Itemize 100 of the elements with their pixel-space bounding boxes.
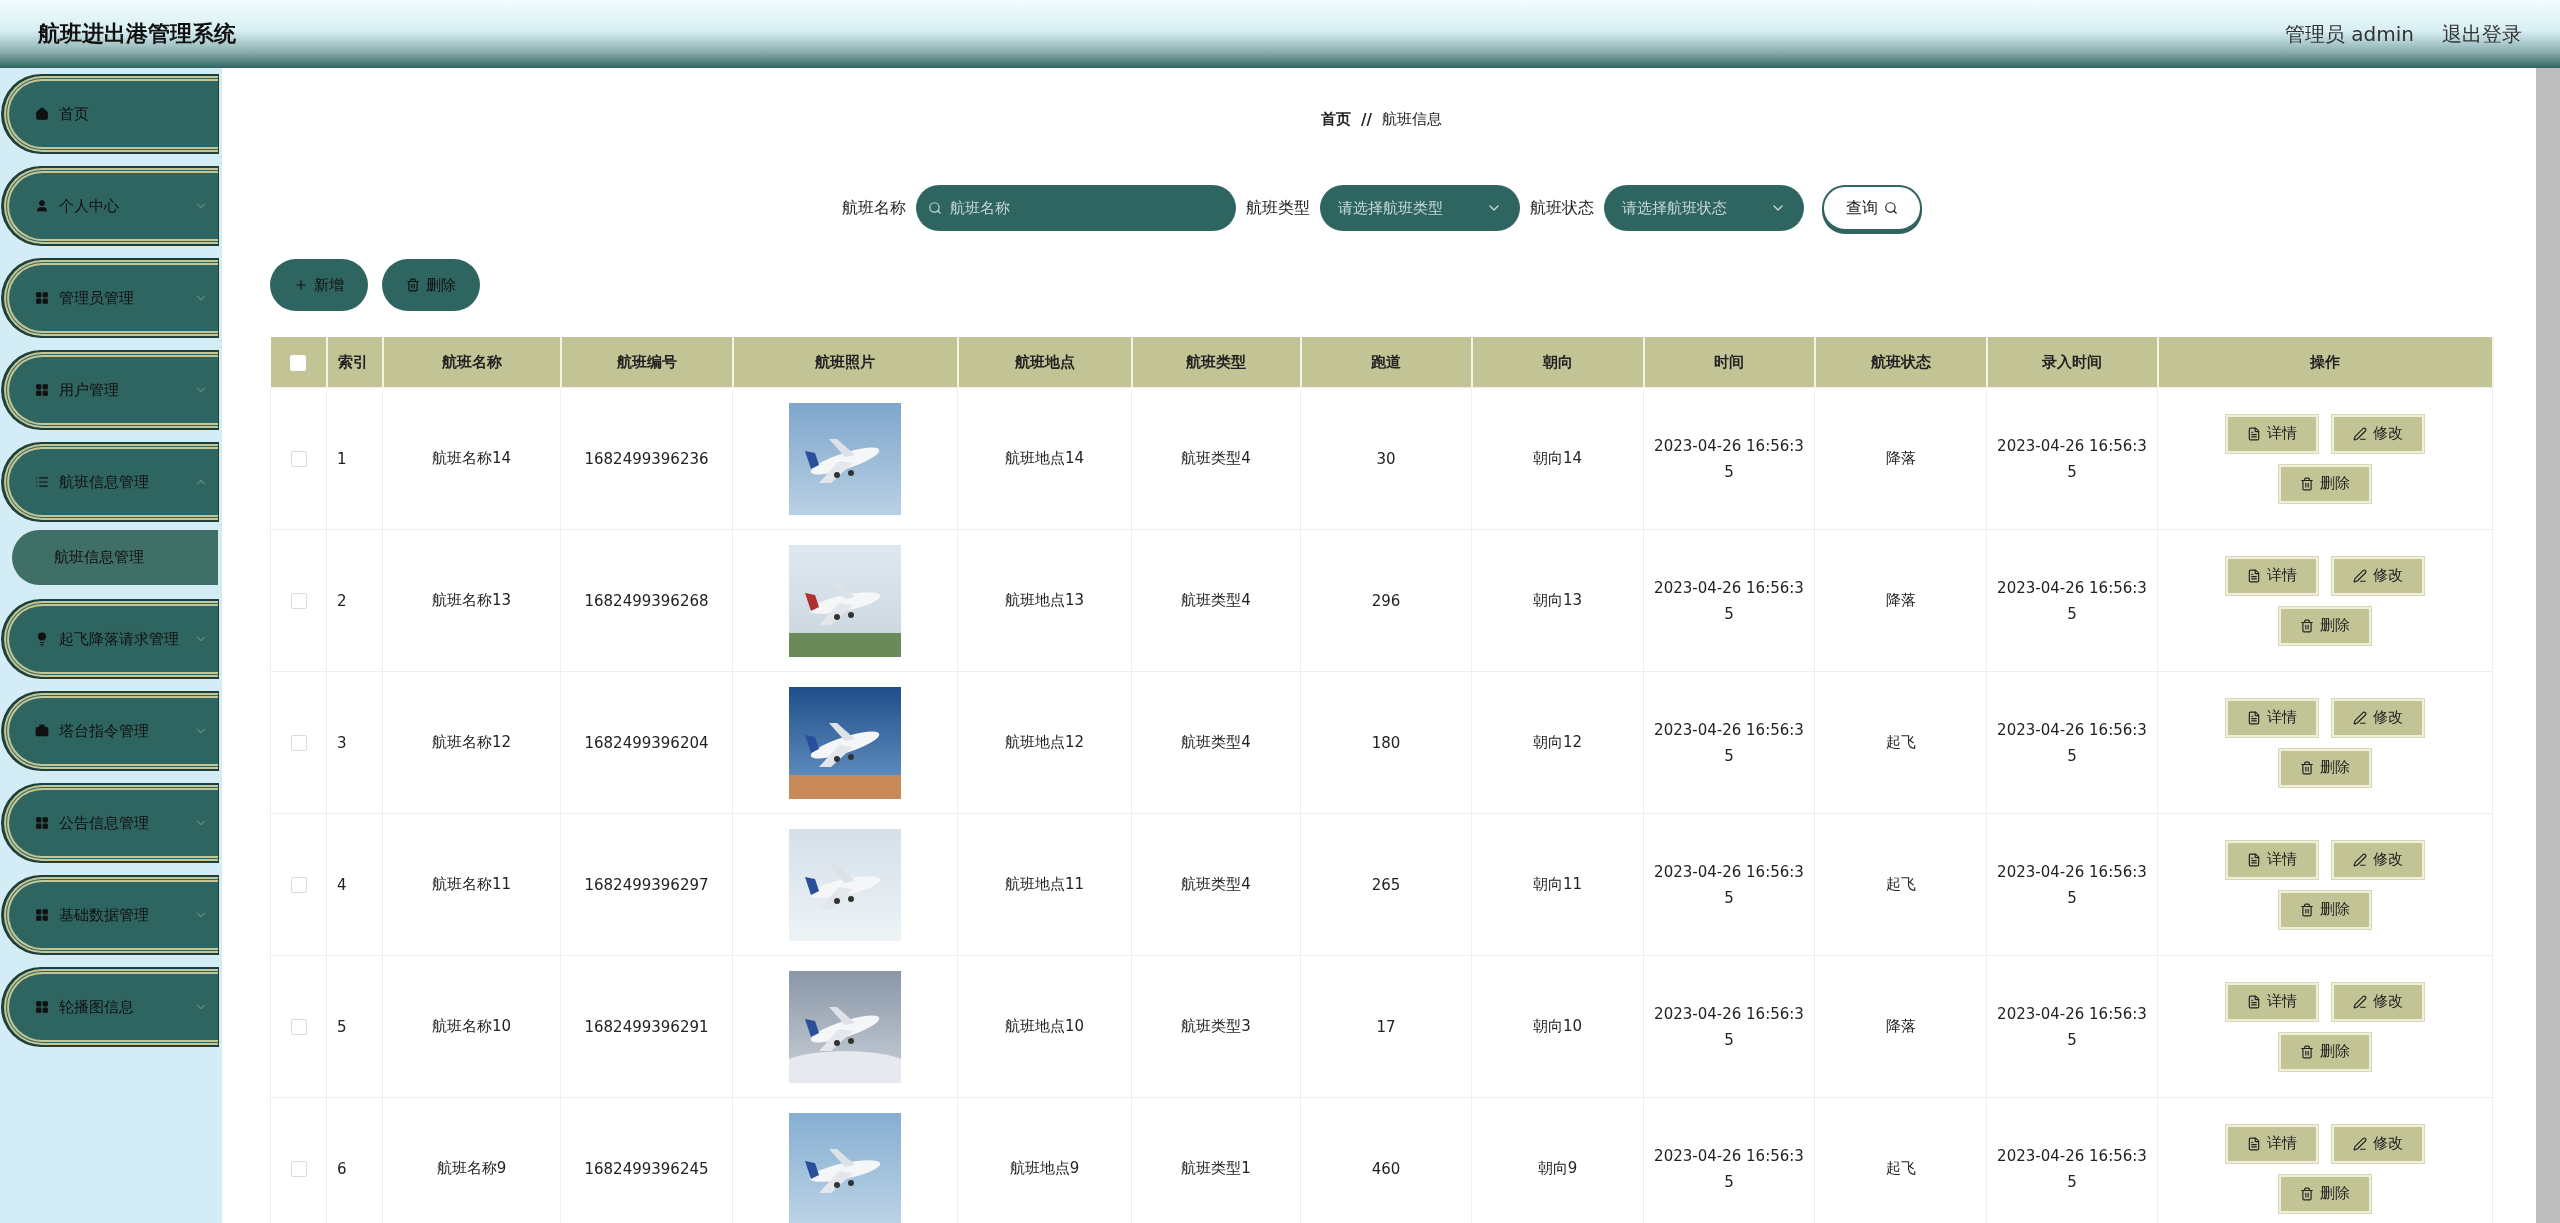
- edit-button[interactable]: 修改: [2332, 1124, 2424, 1163]
- trash-icon: [2300, 618, 2314, 633]
- table-cell-text: 2023-04-26 16:56:35: [1997, 1145, 2147, 1193]
- search-field[interactable]: 航班名称: [915, 185, 1236, 231]
- table-cell: 航班地点11: [1004, 875, 1085, 894]
- document-icon: [2247, 994, 2261, 1009]
- delete-button[interactable]: 删除: [2279, 748, 2371, 787]
- table-cell: 航班类型4: [1181, 591, 1251, 610]
- select-field[interactable]: 请选择航班状态: [1603, 185, 1804, 231]
- row-checkbox[interactable]: [290, 451, 307, 467]
- document-icon: [2247, 1136, 2261, 1151]
- table-cell: 1682499396204: [584, 733, 709, 752]
- edit-button[interactable]: 修改: [2332, 698, 2424, 737]
- breadcrumb-item[interactable]: 首页: [1321, 110, 1351, 129]
- table-cell: 航班名称10: [431, 1017, 512, 1036]
- table-cell: 2: [337, 591, 347, 610]
- sidebar-item-label: 管理员管理: [59, 288, 134, 308]
- detail-button[interactable]: 详情: [2226, 414, 2318, 453]
- column-header: 跑道: [1371, 352, 1401, 371]
- row-checkbox[interactable]: [290, 593, 307, 609]
- table-cell: 航班地点10: [1004, 1017, 1085, 1036]
- scrollbar[interactable]: [2536, 68, 2560, 1223]
- table-cell: 朝向12: [1532, 733, 1583, 752]
- table-cell: 航班类型4: [1181, 449, 1251, 468]
- table-cell: 航班名称12: [431, 733, 512, 752]
- table-cell-text: 2023-04-26 16:56:35: [1654, 577, 1804, 625]
- detail-button[interactable]: 详情: [2226, 556, 2318, 595]
- table-cell: 降落: [1885, 449, 1916, 468]
- sidebar-item-label: 航班信息管理: [59, 472, 149, 492]
- row-checkbox[interactable]: [290, 1161, 307, 1177]
- delete-button[interactable]: 删除: [2279, 606, 2371, 645]
- pen-icon: [2353, 710, 2367, 725]
- column-header: 航班名称: [441, 352, 502, 371]
- detail-button[interactable]: 详情: [2226, 982, 2318, 1021]
- pen-icon: [2353, 568, 2367, 583]
- logout-link[interactable]: 退出登录: [2442, 20, 2522, 48]
- query-button[interactable]: 查询: [1821, 185, 1922, 231]
- delete-button[interactable]: 删除: [2279, 464, 2371, 503]
- table-cell: 460: [1371, 1159, 1401, 1178]
- column-header: 航班编号: [616, 352, 677, 371]
- sidebar-item-label: 公告信息管理: [59, 813, 149, 833]
- search-input[interactable]: 航班名称: [947, 198, 1218, 218]
- table-cell: 朝向13: [1532, 591, 1583, 610]
- table-cell-text: 2023-04-26 16:56:35: [1997, 435, 2147, 483]
- row-checkbox[interactable]: [290, 1019, 307, 1035]
- table-cell: 1682499396245: [584, 1159, 709, 1178]
- table-cell-text: 2023-04-26 16:56:35: [1654, 435, 1804, 483]
- lightbulb-icon: [35, 632, 49, 646]
- table-cell: 30: [1376, 449, 1396, 468]
- trash-icon: [2300, 760, 2314, 775]
- column-header: 录入时间: [2042, 352, 2102, 371]
- select-field[interactable]: 请选择航班类型: [1319, 185, 1520, 231]
- table-cell: 航班类型1: [1181, 1159, 1251, 1178]
- edit-button[interactable]: 修改: [2332, 556, 2424, 595]
- delete-button[interactable]: 删除: [2279, 1032, 2371, 1071]
- trash-icon: [2300, 902, 2314, 917]
- document-icon: [2247, 710, 2261, 725]
- table-cell-text: 2023-04-26 16:56:35: [1997, 861, 2147, 909]
- row-checkbox[interactable]: [290, 877, 307, 893]
- delete-button[interactable]: 删除: [2279, 1174, 2371, 1213]
- table-cell: 航班类型3: [1181, 1017, 1251, 1036]
- detail-button[interactable]: 详情: [2226, 840, 2318, 879]
- field-label: 航班类型: [1245, 197, 1310, 219]
- table-cell: 航班地点13: [1004, 591, 1085, 610]
- sidebar-item-label: 轮播图信息: [59, 997, 134, 1017]
- grid-icon: [35, 1000, 49, 1014]
- table-cell-text: 2023-04-26 16:56:35: [1997, 1003, 2147, 1051]
- grid-icon: [35, 383, 49, 397]
- trash-icon: [406, 278, 420, 292]
- table-cell: 航班名称13: [431, 591, 512, 610]
- table-cell: 1682499396291: [584, 1017, 709, 1036]
- sidebar-item-label: 塔台指令管理: [59, 721, 149, 741]
- table-cell-text: 2023-04-26 16:56:35: [1654, 719, 1804, 767]
- trash-icon: [2300, 1044, 2314, 1059]
- table-cell: 朝向10: [1532, 1017, 1583, 1036]
- column-header: 航班状态: [1870, 352, 1931, 371]
- search-icon: [927, 201, 942, 215]
- trash-icon: [2300, 1186, 2314, 1201]
- column-header: 朝向: [1542, 352, 1573, 371]
- table-cell: 航班名称9: [436, 1159, 507, 1178]
- table-cell: 1682499396236: [584, 449, 709, 468]
- detail-button[interactable]: 详情: [2226, 698, 2318, 737]
- sidebar-item-label: 起飞降落请求管理: [59, 629, 179, 649]
- pen-icon: [2353, 426, 2367, 441]
- document-icon: [2247, 426, 2261, 441]
- row-checkbox[interactable]: [290, 735, 307, 751]
- table-cell: 降落: [1885, 1017, 1916, 1036]
- sidebar-item-label: 个人中心: [59, 196, 119, 216]
- edit-button[interactable]: 修改: [2332, 982, 2424, 1021]
- detail-button[interactable]: 详情: [2226, 1124, 2318, 1163]
- select-all-checkbox[interactable]: [290, 354, 306, 371]
- table-cell: 3: [337, 733, 347, 752]
- table-cell: 朝向14: [1532, 449, 1583, 468]
- sidebar-item-label: 首页: [59, 104, 89, 124]
- table-cell: 296: [1371, 591, 1401, 610]
- delete-button[interactable]: 删除: [2279, 890, 2371, 929]
- table-cell-text: 2023-04-26 16:56:35: [1654, 1145, 1804, 1193]
- sidebar-item-label: 基础数据管理: [59, 905, 149, 925]
- edit-button[interactable]: 修改: [2332, 414, 2424, 453]
- edit-button[interactable]: 修改: [2332, 840, 2424, 879]
